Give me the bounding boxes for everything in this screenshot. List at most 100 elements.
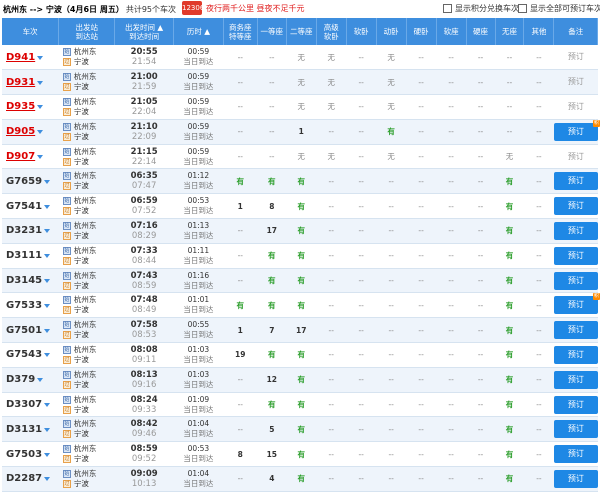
col-station[interactable]: 出发站 到达站 [58,18,116,45]
col-time[interactable]: 出发时间 ▲ 到达时间 [114,18,175,45]
seat-availability[interactable]: 有 [237,177,245,186]
train-cell[interactable]: D2287 [2,466,59,492]
book-button[interactable]: 预订 [554,73,598,91]
train-cell[interactable]: G7541 [2,193,59,220]
train-number[interactable]: D905 [6,126,35,137]
seat-availability[interactable]: 19 [235,350,245,359]
train-number[interactable]: D907 [6,151,35,162]
chevron-down-icon[interactable] [44,229,51,234]
seat-availability[interactable]: 8 [238,450,243,459]
seat-availability[interactable]: 17 [267,226,277,235]
seat-availability[interactable]: 有 [506,276,514,285]
train-cell[interactable]: D905 [2,119,59,145]
chevron-down-icon[interactable] [44,452,51,457]
train-cell[interactable]: D941 [2,45,59,71]
chevron-down-icon[interactable] [44,279,51,284]
chevron-down-icon[interactable] [37,378,44,383]
chevron-down-icon[interactable] [44,403,51,408]
seat-availability[interactable]: 有 [506,177,514,186]
train-cell[interactable]: G7501 [2,317,59,344]
seat-availability[interactable]: 有 [298,226,306,235]
train-number[interactable]: G7533 [6,300,42,311]
train-cell[interactable]: D935 [2,94,59,120]
seat-availability[interactable]: 有 [298,375,306,384]
seat-availability[interactable]: 1 [238,202,243,211]
seat-availability[interactable]: 有 [506,375,514,384]
seat-availability[interactable]: 有 [268,276,276,285]
seat-availability[interactable]: 15 [267,450,277,459]
seat-availability[interactable]: 有 [268,400,276,409]
seat-availability[interactable]: 有 [268,177,276,186]
chevron-down-icon[interactable] [37,155,44,160]
train-cell[interactable]: D3231 [2,218,59,244]
seat-availability[interactable]: 有 [387,127,395,136]
seat-availability[interactable]: 1 [238,326,243,335]
seat-availability[interactable]: 有 [506,251,514,260]
train-number[interactable]: D931 [6,77,35,88]
book-button[interactable]: 预订 [553,420,598,439]
chevron-down-icon[interactable] [44,427,51,432]
book-button[interactable]: 预订 [553,197,598,216]
train-number[interactable]: D941 [6,52,35,63]
seat-availability[interactable]: 17 [296,326,306,335]
train-cell[interactable]: D379 [2,367,59,393]
train-number[interactable]: D379 [6,374,35,385]
train-cell[interactable]: D907 [2,144,59,170]
seat-availability[interactable]: 有 [237,301,245,310]
chevron-down-icon[interactable] [44,353,51,358]
seat-availability[interactable]: 有 [506,350,514,359]
train-cell[interactable]: G7503 [2,441,59,468]
seat-availability[interactable]: 有 [506,226,514,235]
seat-availability[interactable]: 有 [506,202,514,211]
book-button[interactable]: 预订积 [553,293,600,315]
train-cell[interactable]: G7543 [2,342,59,368]
seat-availability[interactable]: 有 [298,301,306,310]
book-button[interactable]: 预订 [553,321,598,340]
book-button[interactable]: 预订 [553,469,598,488]
ad-banner[interactable]: 12306 夜行两千公里 昼夜不足千元 [182,1,305,15]
seat-availability[interactable]: 有 [506,326,514,335]
chevron-down-icon[interactable] [44,254,51,259]
train-number[interactable]: G7659 [6,176,42,187]
train-cell[interactable]: D931 [2,69,59,96]
book-button[interactable]: 预订 [553,246,598,265]
seat-availability[interactable]: 12 [267,375,277,384]
train-number[interactable]: D935 [6,101,35,112]
seat-availability[interactable]: 有 [268,350,276,359]
seat-availability[interactable]: 1 [299,127,304,136]
seat-availability[interactable]: 有 [268,251,276,260]
chevron-down-icon[interactable] [44,477,51,482]
seat-availability[interactable]: 有 [298,251,306,260]
train-number[interactable]: D3307 [6,399,42,410]
chevron-down-icon[interactable] [37,105,44,110]
seat-availability[interactable]: 有 [298,276,306,285]
seat-availability[interactable]: 有 [506,425,514,434]
seat-availability[interactable]: 有 [506,400,514,409]
train-number[interactable]: D2287 [6,473,42,484]
train-cell[interactable]: D3111 [2,243,59,269]
seat-availability[interactable]: 有 [298,450,306,459]
book-button[interactable]: 预订 [553,172,598,191]
seat-availability[interactable]: 有 [298,425,306,434]
seat-availability[interactable]: 有 [298,350,306,359]
seat-availability[interactable]: 5 [269,425,274,434]
show-bookable-checkbox[interactable]: 显示全部可预订车次 [518,3,600,14]
chevron-down-icon[interactable] [44,179,51,184]
seat-availability[interactable]: 有 [506,301,514,310]
chevron-down-icon[interactable] [37,130,44,135]
seat-availability[interactable]: 4 [269,474,274,483]
seat-availability[interactable]: 有 [298,177,306,186]
train-number[interactable]: G7543 [6,349,42,360]
train-cell[interactable]: D3145 [2,268,59,294]
train-cell[interactable]: G7533 [2,292,59,319]
points-exchange-checkbox[interactable]: 显示积分兑换车次 [443,3,519,14]
chevron-down-icon[interactable] [37,55,44,60]
book-button[interactable]: 预订 [554,48,598,66]
book-button[interactable]: 预订积 [553,119,600,141]
book-button[interactable]: 预订 [553,445,598,464]
train-cell[interactable]: D3307 [2,392,59,418]
chevron-down-icon[interactable] [44,303,51,308]
train-cell[interactable]: G7659 [2,168,59,195]
seat-availability[interactable]: 有 [506,474,514,483]
train-number[interactable]: G7501 [6,325,42,336]
